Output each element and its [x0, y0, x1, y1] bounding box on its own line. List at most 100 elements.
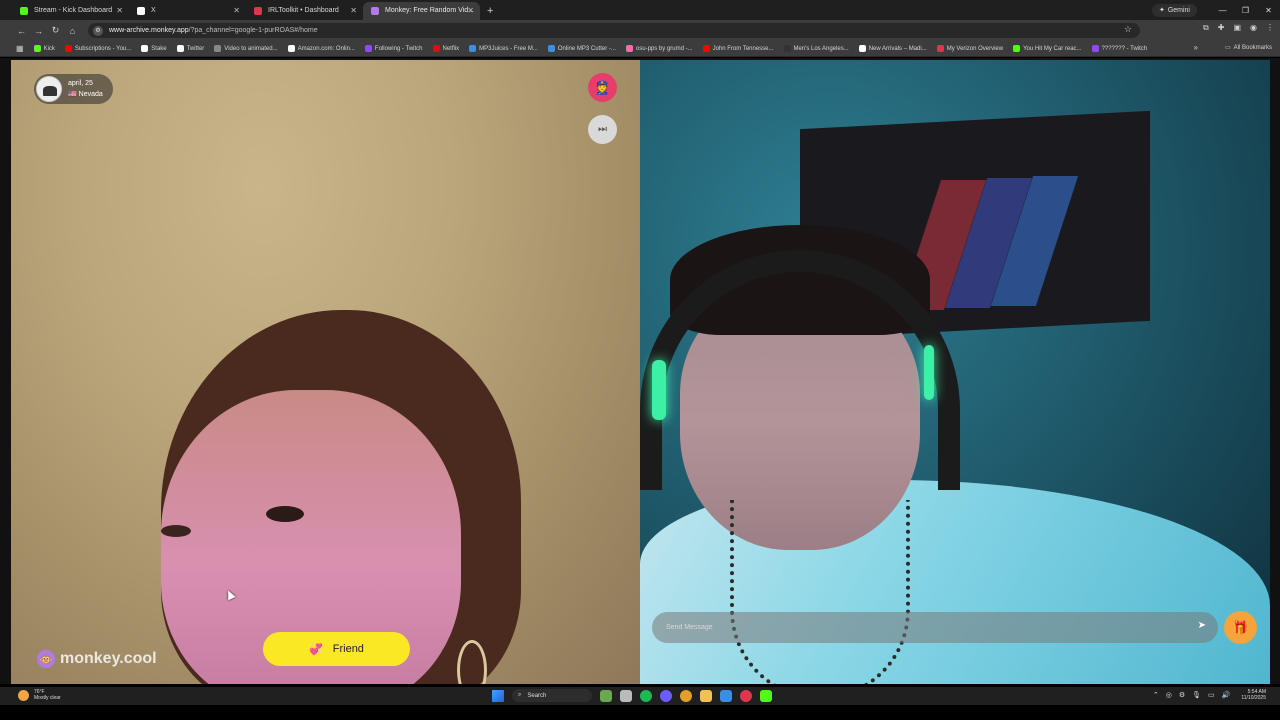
gift-button[interactable]: 🎁 [1224, 611, 1257, 644]
stranger-name-age: april, 25 [68, 80, 93, 87]
bookmark-favicon-icon [858, 45, 866, 52]
kick-icon [20, 7, 28, 15]
more-bookmarks-icon[interactable]: » [1194, 43, 1198, 52]
home-icon[interactable]: ⌂ [64, 26, 81, 36]
bookmark-item[interactable]: Kick [33, 45, 55, 52]
skip-next-button[interactable]: ⏭ [588, 115, 617, 144]
menu-icon[interactable]: ⋮ [1266, 23, 1274, 33]
bookmark-favicon-icon [64, 45, 72, 52]
bookmark-favicon-icon [625, 45, 633, 52]
close-window-icon[interactable]: ✕ [1257, 6, 1280, 15]
stranger-profile-badge[interactable]: april, 25 🇺🇸 Nevada [34, 74, 113, 104]
send-icon[interactable]: ➤ [1198, 620, 1206, 631]
bookmark-favicon-icon [364, 45, 372, 52]
bookmark-item[interactable]: Online MP3 Cutter -... [547, 45, 616, 52]
bookmark-label: Online MP3 Cutter -... [557, 45, 616, 52]
settings-icon[interactable]: ⚙ [1179, 691, 1185, 699]
report-police-button[interactable]: 👮 [588, 73, 617, 102]
profile-icon[interactable]: ◉ [1250, 23, 1257, 33]
bookmark-item[interactable]: Video to animated... [214, 45, 278, 52]
headset-light [652, 360, 666, 420]
bookmark-item[interactable]: My Verizon Overview [936, 45, 1003, 52]
brand-name: monkey.cool [60, 650, 157, 667]
toolbar-actions: ⧉ ✚ ▣ ◉ ⋮ [1203, 23, 1274, 33]
stranger-video: april, 25 🇺🇸 Nevada 👮 ⏭ 🐵 monkey.cool 💞 … [11, 60, 640, 684]
bookmark-label: osu-pps by grumd -... [635, 45, 693, 52]
tab-title: Monkey: Free Random Vid... [385, 7, 474, 14]
gemini-button[interactable]: ✦ Gemini [1151, 3, 1197, 17]
widget-app-icon[interactable] [600, 689, 612, 702]
send-message-input[interactable] [666, 624, 1186, 631]
back-icon[interactable]: ← [13, 26, 30, 36]
bookmark-item[interactable]: MP3Juices - Free M... [469, 45, 538, 52]
extension-icon[interactable]: ⧉ [1203, 23, 1209, 33]
clock[interactable]: 5:54 AM 11/10/2025 [1241, 689, 1266, 701]
bookmark-item[interactable]: Men's Los Angeles... [783, 45, 849, 52]
browser-tab[interactable]: Stream - Kick Dashboard ✕ [12, 2, 129, 20]
reload-icon[interactable]: ↻ [47, 25, 64, 36]
microphone-icon[interactable]: 🎙 [1192, 691, 1201, 699]
bookmark-label: Netflix [442, 45, 460, 52]
bookmark-item[interactable]: Subscriptions - You... [64, 45, 131, 52]
browser-tab[interactable]: X ✕ [129, 2, 246, 20]
url-text: www-archive.monkey.app/?pa_channel=googl… [109, 27, 318, 34]
photos-icon[interactable] [720, 689, 732, 702]
browser-tab[interactable]: Monkey: Free Random Vid... ✕ [363, 2, 480, 20]
bookmark-item[interactable]: osu-pps by grumd -... [625, 45, 693, 52]
close-tab-icon[interactable]: ✕ [467, 2, 474, 20]
app-icon-red[interactable] [740, 689, 752, 702]
site-info-icon[interactable]: ⚙ [93, 25, 103, 36]
bookmark-item[interactable]: Following - Twitch [364, 45, 423, 52]
windows-start-icon[interactable] [492, 689, 504, 702]
message-bar[interactable]: ➤ [652, 612, 1218, 643]
bookmark-item[interactable]: ??????? - Twitch [1091, 45, 1147, 52]
discord-icon[interactable] [660, 689, 672, 702]
bookmark-label: Twitter [186, 45, 205, 52]
bookmark-label: New Arrivals – Madi... [868, 45, 927, 52]
bookmark-item[interactable]: You Hit My Car reac... [1013, 45, 1082, 52]
bookmark-label: You Hit My Car reac... [1023, 45, 1082, 52]
bookmark-item[interactable]: Twitter [176, 45, 205, 52]
browser-tab[interactable]: IRLToolkit • Dashboard ✕ [246, 2, 363, 20]
bookmark-item[interactable]: Amazon.com: Onlin... [287, 45, 355, 52]
spotify-icon[interactable] [640, 689, 652, 702]
chrome-icon[interactable] [680, 689, 692, 702]
taskbar-apps: ⌕ Search [492, 689, 772, 702]
bookmark-label: Men's Los Angeles... [793, 45, 849, 52]
forward-icon[interactable]: → [30, 26, 47, 36]
bookmark-label: MP3Juices - Free M... [479, 45, 538, 52]
x-icon [137, 7, 145, 15]
chevron-up-icon[interactable]: ⌃ [1153, 691, 1159, 699]
address-bar[interactable]: ⚙ www-archive.monkey.app/?pa_channel=goo… [88, 23, 1140, 38]
bookmark-star-icon[interactable]: ☆ [1124, 24, 1132, 35]
file-app-icon[interactable] [620, 689, 632, 702]
gemini-icon: ✦ [1158, 7, 1165, 14]
new-tab-button[interactable]: + [480, 2, 500, 20]
bookmark-item[interactable]: John From Tennesse... [702, 45, 774, 52]
folder-icon: ▭ [1224, 45, 1231, 51]
bookmark-label: Video to animated... [224, 45, 278, 52]
restore-icon[interactable]: ❐ [1234, 6, 1257, 15]
tab-title: IRLToolkit • Dashboard [268, 7, 339, 14]
add-friend-button[interactable]: 💞 Friend [263, 632, 410, 666]
all-bookmarks-button[interactable]: ▭ All Bookmarks [1224, 44, 1272, 52]
bookmark-item[interactable]: Stake [141, 45, 167, 52]
weather-widget[interactable]: 76°F Mostly clear [18, 689, 61, 701]
bookmark-favicon-icon [432, 45, 440, 52]
close-tab-icon[interactable]: ✕ [350, 2, 357, 20]
close-tab-icon[interactable]: ✕ [233, 2, 240, 20]
volume-icon[interactable]: 🔊 [1222, 691, 1231, 699]
file-explorer-icon[interactable] [700, 689, 712, 702]
minimize-icon[interactable]: — [1211, 6, 1234, 15]
kick-icon[interactable] [760, 689, 772, 702]
bookmark-item[interactable]: New Arrivals – Madi... [858, 45, 927, 52]
sidepanel-icon[interactable]: ▣ [1233, 23, 1241, 33]
taskbar-search[interactable]: ⌕ Search [512, 689, 592, 702]
close-tab-icon[interactable]: ✕ [116, 2, 123, 20]
bookmark-item[interactable]: Netflix [432, 45, 460, 52]
apps-grid-icon[interactable]: ▦ [16, 44, 24, 53]
extensions-puzzle-icon[interactable]: ✚ [1218, 23, 1225, 33]
tray-app-icon[interactable]: ◎ [1166, 691, 1172, 699]
gemini-label: Gemini [1167, 6, 1190, 14]
network-icon[interactable]: ▭ [1208, 691, 1215, 699]
